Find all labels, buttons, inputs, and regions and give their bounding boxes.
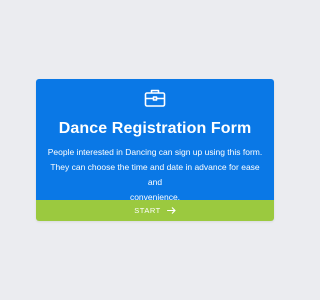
form-header: Dance Registration Form People intereste…: [36, 79, 274, 202]
start-label: START: [134, 206, 161, 215]
form-title: Dance Registration Form: [58, 120, 252, 137]
form-card: Dance Registration Form People intereste…: [36, 79, 274, 221]
description-line: convenience.: [129, 192, 181, 202]
arrow-right-icon: [166, 207, 176, 214]
form-description: People interested in Dancing can sign up…: [44, 145, 266, 205]
description-line: They can choose the time and date in adv…: [50, 162, 260, 187]
description-line: People interested in Dancing can sign up…: [47, 147, 263, 157]
briefcase-icon: [144, 88, 166, 108]
